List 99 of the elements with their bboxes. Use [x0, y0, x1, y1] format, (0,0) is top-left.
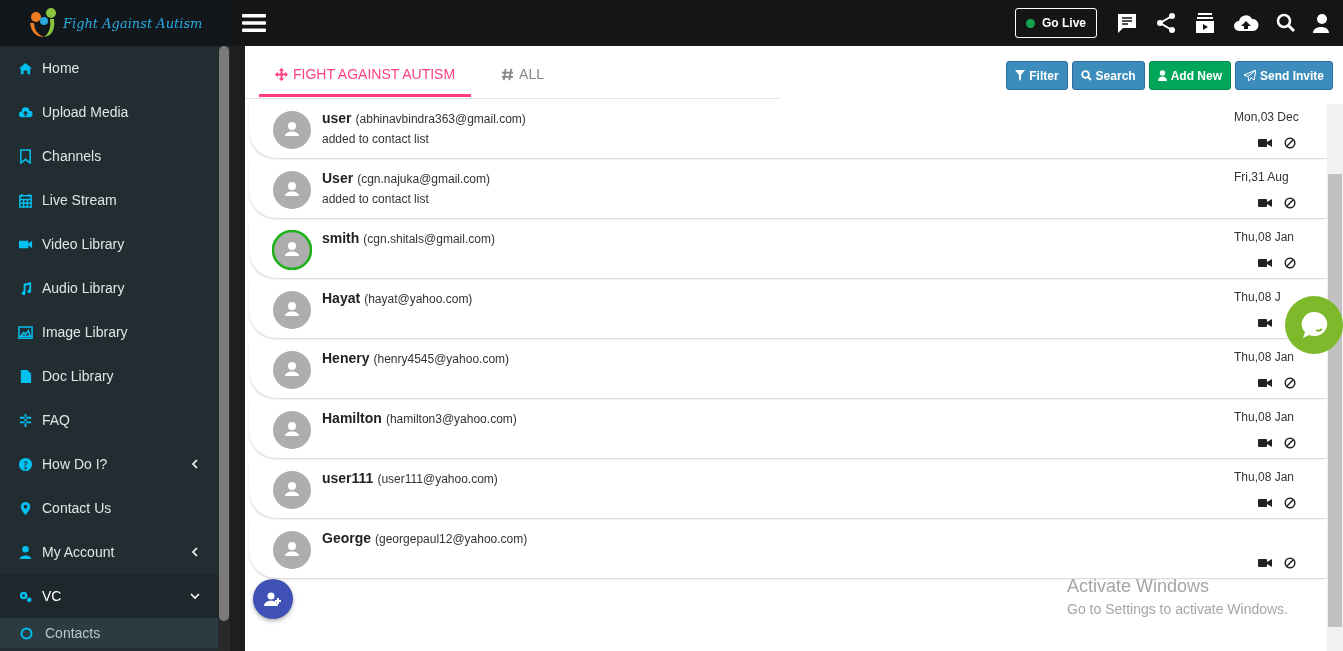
- block-icon[interactable]: [1284, 257, 1296, 269]
- video-call-icon[interactable]: [1258, 558, 1272, 568]
- contact-name: user111: [322, 470, 374, 486]
- sidebar-item[interactable]: FAQ: [0, 398, 218, 442]
- contact-date: Thu,08 Jan: [1234, 230, 1295, 244]
- contact-name: Hamilton: [322, 410, 382, 426]
- contact-name: User: [322, 170, 354, 186]
- action-button[interactable]: Send Invite: [1235, 61, 1333, 90]
- tab[interactable]: ALL: [485, 54, 560, 97]
- activation-message: Go to Settings to activate Windows.: [1067, 601, 1288, 617]
- contact-row[interactable]: User (cgn.najuka@gmail.com) added to contact list Fri,31 Aug: [249, 159, 1327, 219]
- video-call-icon[interactable]: [1258, 438, 1272, 448]
- user-icon: [1157, 70, 1167, 81]
- contact-date: Mon,03 Dec: [1234, 110, 1299, 124]
- search-icon: [1080, 70, 1092, 81]
- hash-icon: [501, 67, 515, 81]
- contact-row[interactable]: George (georgepaul12@yahoo.com): [249, 519, 1327, 579]
- contact-note: added to contact list: [322, 132, 430, 146]
- question-icon: [18, 456, 33, 472]
- scrollbar-thumb[interactable]: [219, 46, 229, 621]
- video-call-icon[interactable]: [1258, 378, 1272, 388]
- sidebar-item[interactable]: Channels: [0, 134, 218, 178]
- go-live-button[interactable]: Go Live: [1015, 8, 1097, 38]
- contact-row[interactable]: user111 (user111@yahoo.com) Thu,08 Jan: [249, 459, 1327, 519]
- sidebar-item[interactable]: Video Library: [0, 222, 218, 266]
- block-icon[interactable]: [1284, 377, 1296, 389]
- sidebar-item[interactable]: Audio Library: [0, 266, 218, 310]
- contact-email: (hamilton3@yahoo.com): [385, 412, 517, 426]
- paper-plane-icon: [1244, 70, 1256, 81]
- sidebar-item[interactable]: Live Stream: [0, 178, 218, 222]
- search-icon[interactable]: [1276, 13, 1296, 33]
- block-icon[interactable]: [1284, 137, 1296, 149]
- contact-row[interactable]: smith (cgn.shitals@gmail.com) Thu,08 Jan: [249, 219, 1327, 279]
- contact-name: Hayat: [322, 290, 361, 306]
- sidebar-item[interactable]: How Do I?: [0, 442, 218, 486]
- document-icon: [18, 368, 33, 384]
- contact-email: (henry4545@yahoo.com): [373, 352, 510, 366]
- action-button[interactable]: Filter: [1006, 61, 1068, 90]
- contact-row[interactable]: user (abhinavbindra363@gmail.com) added to contact list Mon,03 Dec: [249, 99, 1327, 159]
- add-user-icon: [264, 592, 282, 606]
- circle-icon: [20, 626, 33, 640]
- menu-icon[interactable]: [242, 13, 266, 33]
- contact-row[interactable]: Hamilton (hamilton3@yahoo.com) Thu,08 Jan: [249, 399, 1327, 459]
- contact-email: (user111@yahoo.com): [377, 472, 498, 486]
- block-icon[interactable]: [1284, 197, 1296, 209]
- video-call-icon[interactable]: [1258, 498, 1272, 508]
- sidebar-item[interactable]: My Account: [0, 530, 218, 574]
- video-call-icon[interactable]: [1258, 198, 1272, 208]
- block-icon[interactable]: [1284, 437, 1296, 449]
- sidebar-item[interactable]: Home: [0, 46, 218, 90]
- cloud-upload-icon: [18, 104, 33, 120]
- scrollbar[interactable]: [1327, 104, 1343, 651]
- activation-title: Activate Windows: [1067, 576, 1211, 597]
- playlist-icon[interactable]: [1194, 12, 1216, 34]
- video-call-icon[interactable]: [1258, 138, 1272, 148]
- contact-date: Thu,08 Jan: [1234, 350, 1295, 364]
- contact-date: Thu,08 Jan: [1234, 470, 1295, 484]
- sidebar-item[interactable]: Upload Media: [0, 90, 218, 134]
- scrollbar-thumb[interactable]: [1328, 174, 1342, 627]
- contact-email: (cgn.najuka@gmail.com): [357, 172, 491, 186]
- image-icon: [18, 324, 33, 340]
- contact-date: Thu,08 J: [1234, 290, 1281, 304]
- contact-email: (cgn.shitals@gmail.com): [363, 232, 495, 246]
- contact-name: smith: [322, 230, 360, 246]
- contact-date: Fri,31 Aug: [1234, 170, 1289, 184]
- contact-email: (hayat@yahoo.com): [364, 292, 473, 306]
- sidebar-item[interactable]: Contact Us: [0, 486, 218, 530]
- user-icon[interactable]: [1313, 13, 1329, 33]
- upload-icon[interactable]: [1233, 13, 1259, 33]
- action-button[interactable]: Search: [1071, 61, 1145, 90]
- contact-name: user: [322, 110, 352, 126]
- sidebar-item[interactable]: Image Library: [0, 310, 218, 354]
- sidebar-item[interactable]: VC: [0, 574, 218, 618]
- contact-note: added to contact list: [322, 192, 430, 206]
- move-arrows-icon: [275, 67, 288, 81]
- video-call-icon[interactable]: [1258, 318, 1272, 328]
- contact-name: Henery: [322, 350, 370, 366]
- share-icon[interactable]: [1155, 12, 1177, 34]
- video-call-icon[interactable]: [1258, 258, 1272, 268]
- contact-date: Thu,08 Jan: [1234, 410, 1295, 424]
- speech-bubble-icon: [1299, 310, 1329, 340]
- scrollbar[interactable]: [218, 46, 230, 651]
- brand-name: Fight Against Autism: [63, 15, 203, 31]
- chat-icon[interactable]: [1116, 12, 1138, 34]
- sidebar-item[interactable]: Doc Library: [0, 354, 218, 398]
- user-icon: [18, 544, 33, 560]
- block-icon[interactable]: [1284, 497, 1296, 509]
- bookmark-icon: [18, 148, 33, 164]
- signpost-icon: [18, 412, 33, 428]
- contact-name: George: [322, 530, 371, 546]
- add-contact-button[interactable]: [253, 579, 293, 619]
- block-icon[interactable]: [1284, 557, 1296, 569]
- submenu-item[interactable]: Contacts: [0, 618, 218, 648]
- calendar-icon: [18, 192, 33, 208]
- filter-icon: [1015, 70, 1026, 81]
- home-icon: [18, 60, 33, 76]
- contact-email: (abhinavbindra363@gmail.com): [355, 112, 526, 126]
- location-pin-icon: [18, 500, 33, 516]
- contact-email: (georgepaul12@yahoo.com): [375, 532, 528, 546]
